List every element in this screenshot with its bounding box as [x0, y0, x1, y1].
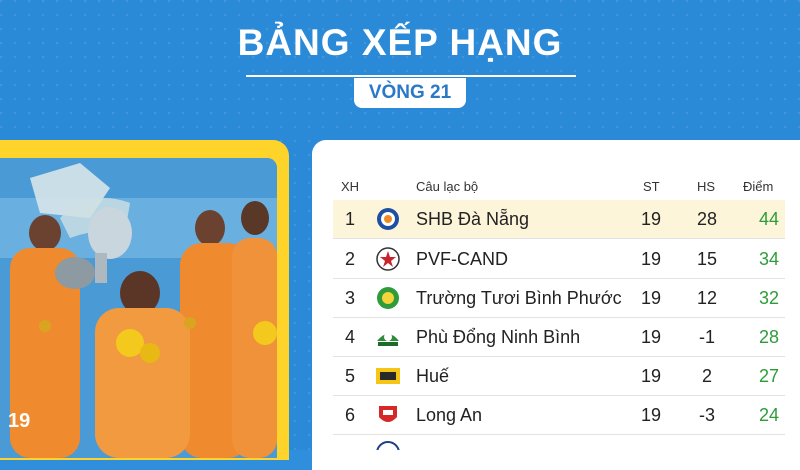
goal-diff: -3 [698, 405, 715, 425]
played: 19 [640, 405, 662, 425]
rank: 3 [344, 288, 355, 308]
title-divider [246, 75, 576, 77]
club-name: Phù Đổng Ninh Bình [416, 327, 581, 347]
col-header-points: Điểm [743, 179, 774, 194]
played: 19 [640, 288, 662, 308]
points: 32 [758, 288, 779, 308]
goal-diff: 2 [701, 366, 712, 386]
hue-logo-icon [376, 368, 400, 384]
table-row: 1 SHB Đà Nẵng 19 28 44 [333, 200, 785, 239]
rank: 6 [344, 405, 355, 425]
rank: 1 [344, 209, 355, 229]
col-header-rank: XH [341, 179, 360, 194]
played: 19 [640, 327, 662, 347]
pvf-cand-logo-icon [376, 247, 400, 271]
table-row: 6 Long An 19 -3 24 [333, 396, 785, 435]
phu-dong-logo-icon [377, 333, 399, 346]
club-name: PVF-CAND [416, 249, 509, 269]
round-badge: VÒNG 21 [354, 78, 466, 108]
club-name: SHB Đà Nẵng [416, 209, 530, 229]
table-row: 5 Huế 19 2 27 [333, 357, 785, 396]
col-header-played: ST [643, 179, 660, 194]
points: 28 [758, 327, 779, 347]
goal-diff: 12 [696, 288, 718, 308]
rank: 5 [344, 366, 355, 386]
goal-diff: 15 [696, 249, 718, 269]
played: 19 [640, 209, 662, 229]
points: 44 [758, 209, 779, 229]
goal-diff: 28 [696, 209, 718, 229]
goal-diff: -1 [698, 327, 715, 347]
table-row-partial [333, 435, 785, 450]
long-an-logo-icon [379, 406, 397, 422]
page-title: BẢNG XẾP HẠNG [237, 22, 563, 63]
table-row: 2 PVF-CAND 19 15 34 [333, 240, 785, 279]
binh-phuoc-logo-icon [377, 287, 399, 309]
club-name: Trường Tươi Bình Phước [416, 288, 622, 308]
team-celebration-photo: 19 [0, 158, 277, 458]
rank: 2 [344, 249, 355, 269]
club-name: Huế [416, 366, 450, 386]
jersey-number: 19 [8, 410, 31, 432]
points: 27 [758, 366, 779, 386]
club-name: Long An [416, 405, 483, 425]
points: 34 [758, 249, 779, 269]
table-row: 3 Trường Tươi Bình Phước 19 12 32 [333, 279, 785, 318]
played: 19 [640, 249, 662, 269]
table-row: 4 Phù Đổng Ninh Bình 19 -1 28 [333, 318, 785, 357]
played: 19 [640, 366, 662, 386]
photo-illustration [0, 158, 277, 458]
col-header-club: Câu lạc bộ [416, 179, 479, 194]
club-logo-icon [376, 441, 400, 450]
points: 24 [758, 405, 779, 425]
col-header-goal-diff: HS [697, 179, 716, 194]
rank: 4 [344, 327, 355, 347]
shb-da-nang-logo-icon [377, 208, 399, 230]
